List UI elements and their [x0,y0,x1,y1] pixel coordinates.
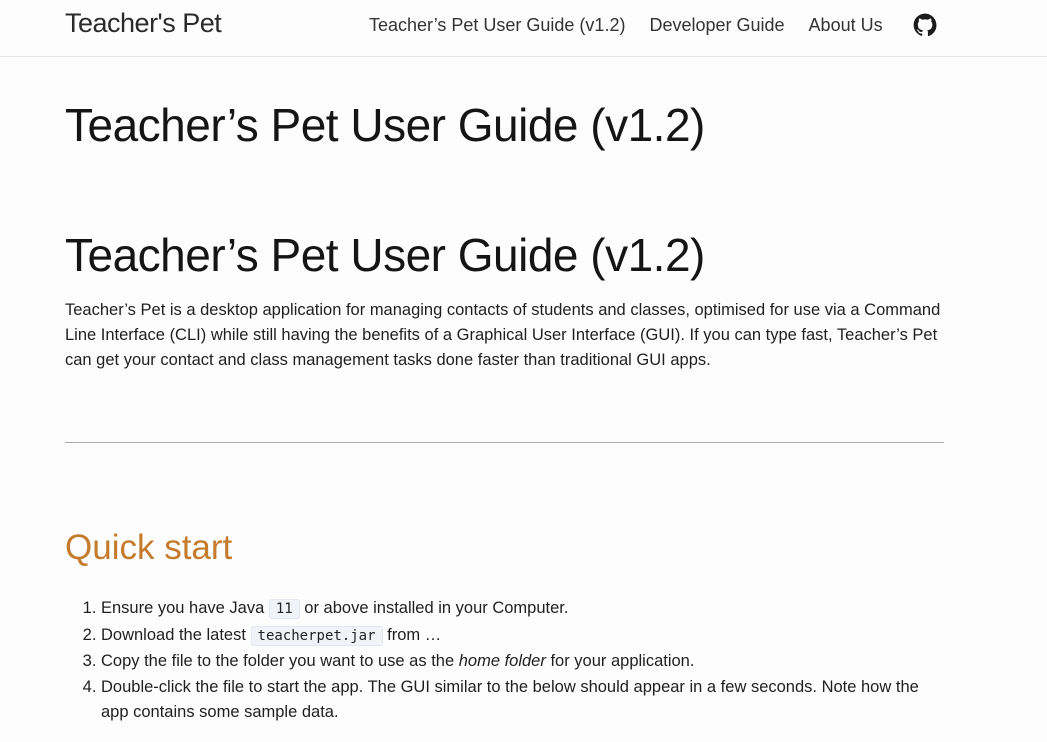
top-navbar: Teacher's Pet Teacher’s Pet User Guide (… [0,0,1047,57]
inline-code: 11 [268,599,300,619]
step-text: Ensure you have Java [101,599,269,617]
nav-link-user-guide[interactable]: Teacher’s Pet User Guide (v1.2) [369,15,625,36]
nav-link-developer-guide[interactable]: Developer Guide [649,15,784,36]
nav-link-about-us[interactable]: About Us [809,15,883,36]
list-item: Copy the file to the folder you want to … [101,649,944,675]
step-text: for your application. [545,652,695,670]
intro-paragraph: Teacher’s Pet is a desktop application f… [65,301,941,369]
list-item: Double-click the file to start the app. … [101,675,944,726]
step-text: or above installed in your Computer. [299,599,569,617]
step-text: Copy the file to the folder you want to … [101,652,459,670]
emphasis-text: home folder [458,652,546,670]
step-text: Download the latest [101,625,251,644]
list-item: Ensure you have Java 11 or above install… [101,596,944,623]
section-divider [65,442,944,443]
inline-code: teacherpet.jar [250,625,383,646]
quick-start-steps: Ensure you have Java 11 or above install… [65,596,944,726]
step-text: from … [382,625,442,644]
github-icon[interactable] [912,12,938,38]
quick-start-heading[interactable]: Quick start [65,528,232,568]
nav-links: Teacher’s Pet User Guide (v1.2) Develope… [369,12,938,38]
list-item: Download the latest teacherpet.jar from … [101,623,944,650]
page-title: Teacher’s Pet User Guide (v1.2) [65,99,705,151]
document-title: Teacher’s Pet User Guide (v1.2) [65,229,705,281]
step-text: Double-click the file to start the app. … [101,677,919,722]
brand-link[interactable]: Teacher's Pet [65,8,222,39]
